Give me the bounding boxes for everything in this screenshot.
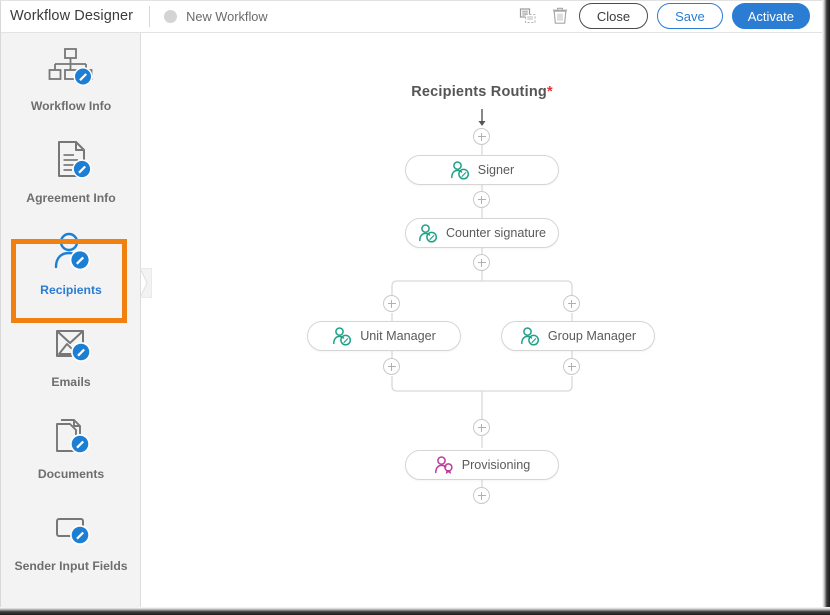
agreement-info-icon: [46, 138, 96, 184]
window-shadow-bottom: [0, 607, 830, 615]
workflow-designer-window: Workflow Designer New Workflow: [0, 0, 830, 615]
workflow-node-group-manager[interactable]: Group Manager: [501, 321, 655, 351]
duplicate-icon: [519, 7, 537, 25]
add-step-button[interactable]: [473, 254, 490, 271]
app-header: Workflow Designer New Workflow: [0, 0, 822, 33]
add-step-button[interactable]: [563, 295, 580, 312]
workflow-info-icon: [46, 46, 96, 92]
add-step-button[interactable]: [473, 487, 490, 504]
sidebar-item-recipients[interactable]: Recipients: [1, 217, 141, 309]
workflow-node-label: Signer: [478, 163, 514, 177]
sidebar-item-label: Sender Input Fields: [14, 559, 127, 573]
workflow-node-provisioning[interactable]: Provisioning: [405, 450, 559, 480]
add-step-button[interactable]: [383, 358, 400, 375]
provisioning-icon: [434, 456, 454, 475]
save-button[interactable]: Save: [657, 3, 723, 29]
recipient-signer-icon: [450, 161, 470, 180]
sidebar-item-label: Agreement Info: [26, 191, 115, 205]
sidebar-item-documents[interactable]: Documents: [1, 401, 141, 493]
workflow-node-label: Counter signature: [446, 226, 546, 240]
header-divider: [149, 6, 150, 27]
documents-icon: [46, 414, 96, 460]
emails-icon: [46, 322, 96, 368]
duplicate-button[interactable]: [515, 3, 541, 29]
sidebar-item-sender-input-fields[interactable]: Sender Input Fields: [1, 493, 141, 585]
sidebar-item-label: Documents: [38, 467, 104, 481]
page-title: Workflow Designer: [10, 8, 133, 24]
delete-button[interactable]: [547, 3, 573, 29]
sidebar-item-workflow-info[interactable]: Workflow Info: [1, 33, 141, 125]
add-step-button[interactable]: [563, 358, 580, 375]
add-step-button[interactable]: [383, 295, 400, 312]
workflow-node-signer[interactable]: Signer: [405, 155, 559, 185]
sidebar-item-agreement-info[interactable]: Agreement Info: [1, 125, 141, 217]
sidebar-item-label: Emails: [51, 375, 90, 389]
add-step-button[interactable]: [473, 191, 490, 208]
workflow-node-label: Unit Manager: [360, 329, 436, 343]
add-step-button[interactable]: [473, 419, 490, 436]
activate-button[interactable]: Activate: [732, 3, 810, 29]
workflow-node-counter-signature[interactable]: Counter signature: [405, 218, 559, 248]
window-shadow-right: [822, 0, 830, 615]
sidebar-item-label: Recipients: [40, 283, 102, 297]
recipient-signer-icon: [520, 327, 540, 346]
close-button[interactable]: Close: [579, 3, 648, 29]
workflow-node-label: Group Manager: [548, 329, 636, 343]
workflow-name-label: New Workflow: [186, 9, 268, 24]
workflow-node-unit-manager[interactable]: Unit Manager: [307, 321, 461, 351]
workflow-canvas: Recipients Routing*: [142, 33, 822, 607]
workflow-node-label: Provisioning: [462, 458, 531, 472]
left-sidebar: Workflow Info Agreement Info: [1, 33, 141, 607]
workflow-status-dot: [164, 10, 177, 23]
sidebar-item-label: Workflow Info: [31, 99, 111, 113]
add-step-button[interactable]: [473, 128, 490, 145]
recipients-icon: [46, 230, 96, 276]
sender-input-fields-icon: [46, 506, 96, 552]
trash-icon: [551, 7, 569, 26]
sidebar-item-emails[interactable]: Emails: [1, 309, 141, 401]
recipient-signer-icon: [332, 327, 352, 346]
connector-lines: [142, 33, 822, 607]
recipient-signer-icon: [418, 224, 438, 243]
